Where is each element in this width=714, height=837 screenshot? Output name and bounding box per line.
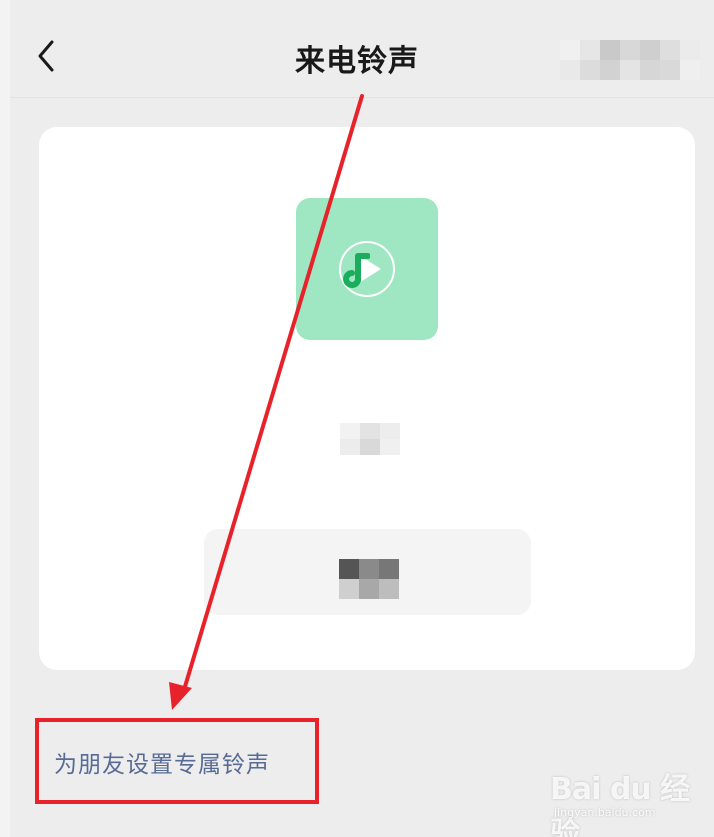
mosaic-cell: [680, 40, 700, 60]
mosaic-cell: [620, 40, 640, 60]
left-edge-strip: [0, 0, 10, 837]
mosaic-cell: [359, 579, 379, 599]
mosaic-cell: [340, 439, 360, 455]
mosaic-cell: [379, 559, 399, 579]
mosaic-cell: [660, 40, 680, 60]
mosaic-cell: [620, 60, 640, 80]
watermark-logo: Bai du 经验: [550, 772, 690, 837]
mosaic-cell: [359, 559, 379, 579]
mosaic-cell: [600, 40, 620, 60]
mosaic-cell: [680, 60, 700, 80]
mosaic-cell: [580, 40, 600, 60]
ringtone-name-redacted: [340, 423, 400, 455]
mosaic-cell: [380, 439, 400, 455]
ringtone-settings-screen: 来电铃声 为朋友设置专属铃声 Bai du 经验 jingyan.baidu.c…: [0, 0, 714, 837]
set-friend-ringtone-link[interactable]: 为朋友设置专属铃声: [54, 745, 270, 779]
header-action-redacted[interactable]: [560, 40, 700, 80]
mosaic-cell: [640, 40, 660, 60]
mosaic-cell: [339, 579, 359, 599]
mosaic-cell: [360, 439, 380, 455]
mosaic-cell: [360, 423, 380, 439]
music-play-icon: [339, 241, 395, 297]
mosaic-cell: [600, 60, 620, 80]
mosaic-cell: [380, 423, 400, 439]
mosaic-cell: [580, 60, 600, 80]
mosaic-cell: [640, 60, 660, 80]
mosaic-cell: [560, 60, 580, 80]
mosaic-cell: [660, 60, 680, 80]
mosaic-cell: [339, 559, 359, 579]
mosaic-cell: [560, 40, 580, 60]
ringtone-cover[interactable]: [296, 198, 438, 340]
mosaic-cell: [379, 579, 399, 599]
watermark-url: jingyan.baidu.com: [554, 806, 656, 819]
mosaic-cell: [340, 423, 360, 439]
header-divider: [10, 97, 714, 98]
ringtone-card: [39, 127, 695, 670]
nav-header: 来电铃声: [0, 0, 714, 98]
button-label-redacted: [339, 559, 399, 599]
baidu-jingyan-watermark: Bai du 经验 jingyan.baidu.com: [548, 758, 708, 837]
change-ringtone-button[interactable]: [204, 529, 531, 615]
